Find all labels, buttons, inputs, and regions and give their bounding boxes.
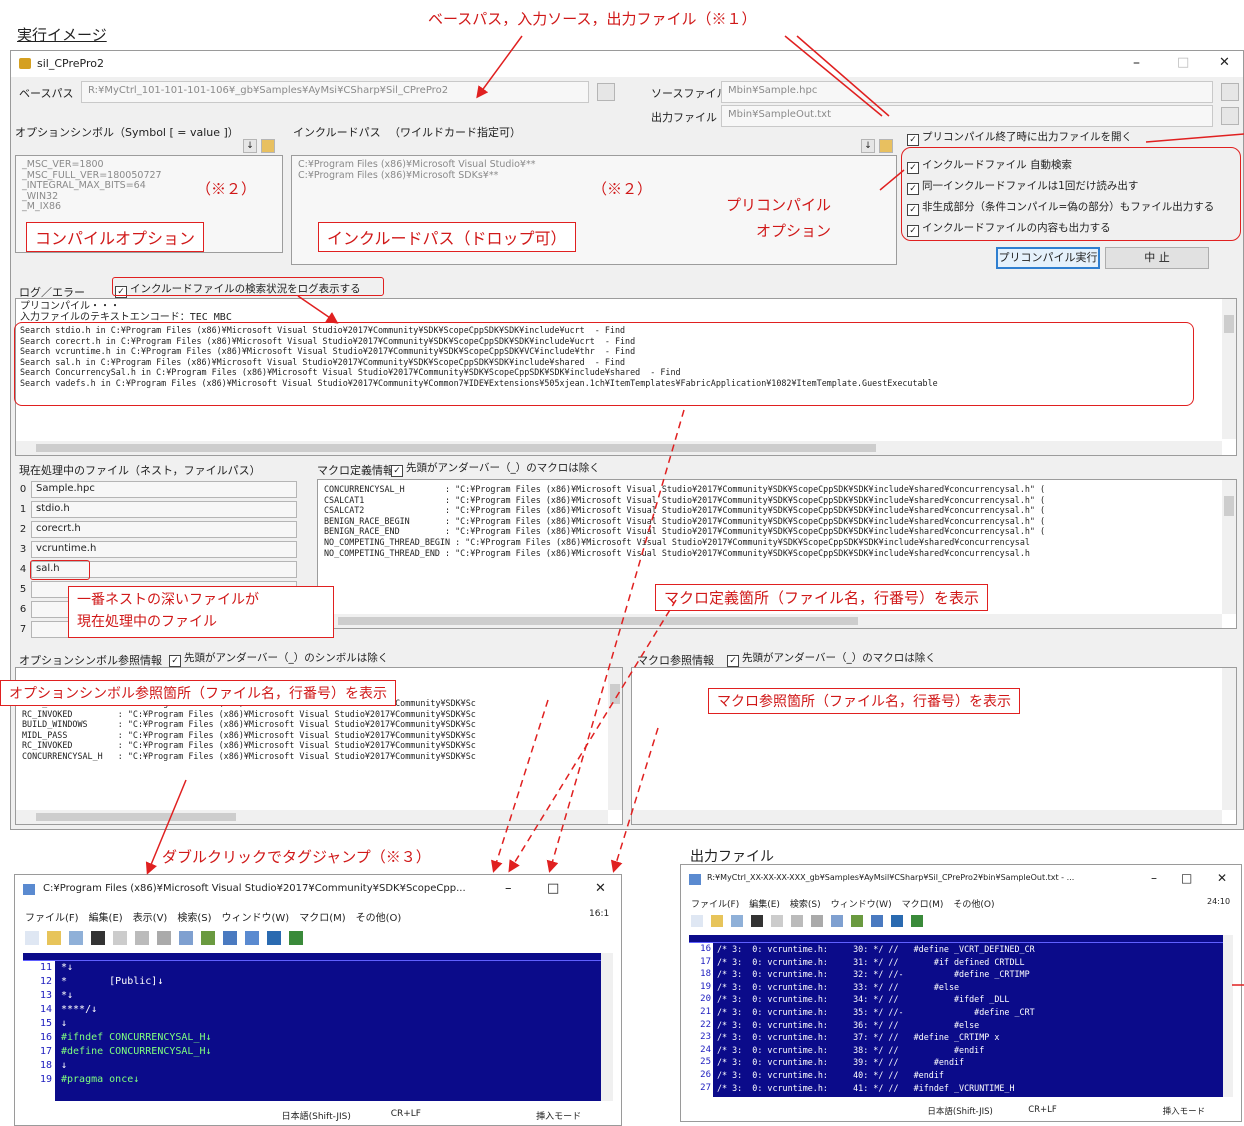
annotation-arrows [145,35,1244,986]
